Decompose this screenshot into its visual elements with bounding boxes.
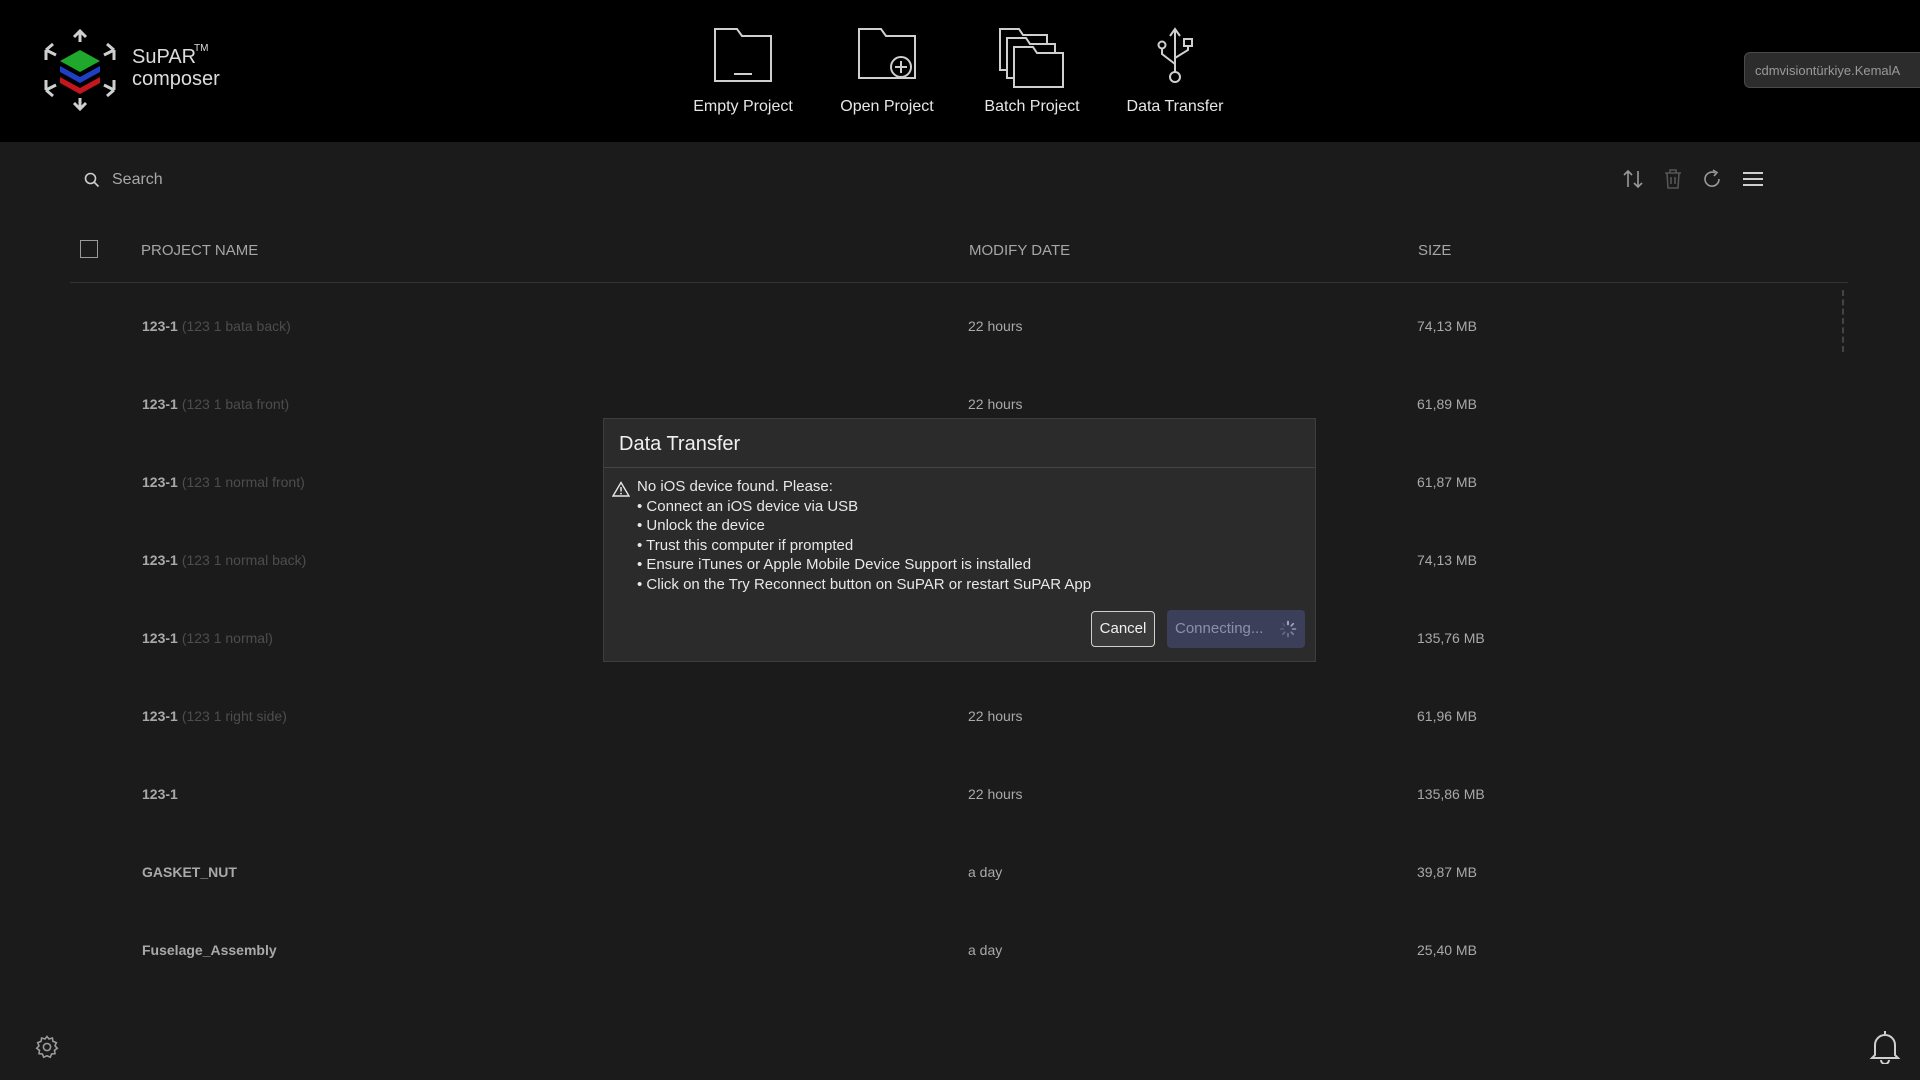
table-row[interactable]: 123-1 22 hours 135,86 MB [70,758,1848,836]
project-note: (123 1 bata back) [181,318,291,334]
message-line: No iOS device found. Please: [637,478,833,495]
message-line: • Ensure iTunes or Apple Mobile Device S… [637,556,1032,573]
modify-date: 22 hours [968,786,1023,802]
project-name: 123-1 [142,396,178,412]
cancel-button[interactable]: Cancel [1091,611,1155,647]
search-icon [84,172,100,188]
table-row[interactable]: 123-1 (123 1 bata back) 22 hours 74,13 MB [70,290,1848,368]
trademark-mark: TM [194,43,209,54]
project-size: 135,86 MB [1417,786,1485,802]
connecting-button[interactable]: Connecting... [1167,610,1305,648]
project-size: 74,13 MB [1417,318,1477,334]
table-row[interactable]: GASKET_NUT a day 39,87 MB [70,836,1848,914]
dialog-message: No iOS device found. Please: • Connect a… [637,477,1091,594]
column-size[interactable]: SIZE [1418,242,1451,259]
scroll-indicator[interactable] [1838,290,1844,352]
project-name: Fuselage_Assembly [142,942,277,958]
empty-project-button[interactable]: Empty Project [668,26,818,116]
batch-project-label: Batch Project [984,98,1080,115]
column-modify-date[interactable]: MODIFY DATE [969,242,1070,259]
modify-date: a day [968,942,1003,958]
project-size: 25,40 MB [1417,942,1477,958]
table-row[interactable]: Fuselage_Assembly a day 25,40 MB [70,914,1848,992]
open-project-button[interactable]: Open Project [812,26,962,116]
message-line: • Connect an iOS device via USB [637,497,859,515]
empty-folder-icon [714,28,772,82]
project-size: 61,89 MB [1417,396,1477,412]
modify-date: 22 hours [968,318,1023,334]
project-name: 123-1 [142,474,178,490]
message-line: • Trust this computer if prompted [637,536,854,554]
modify-date: 22 hours [968,708,1023,724]
gear-icon[interactable] [34,1034,60,1060]
search-input[interactable]: Search [112,171,163,189]
project-name: 123-1 [142,552,178,568]
project-name: 123-1 [142,708,178,724]
project-name: GASKET_NUT [142,864,237,880]
project-size: 61,96 MB [1417,708,1477,724]
folder-plus-icon [858,28,916,79]
bell-icon[interactable] [1868,1028,1902,1064]
project-note: (123 1 right side) [181,708,287,724]
table-row[interactable]: 123-1 (123 1 right side) 22 hours 61,96 M… [70,680,1848,758]
project-note: (123 1 bata front) [181,396,290,412]
empty-project-label: Empty Project [693,98,793,115]
batch-project-button[interactable]: Batch Project [957,26,1107,116]
project-size: 135,76 MB [1417,630,1485,646]
dialog-title: Data Transfer [619,433,741,455]
sort-icon[interactable] [1620,166,1646,192]
open-project-label: Open Project [840,98,934,115]
modify-date: 22 hours [968,396,1023,412]
hamburger-icon[interactable] [1740,166,1766,192]
project-size: 61,87 MB [1417,474,1477,490]
project-note: (123 1 normal front) [181,474,305,490]
select-all-checkbox[interactable] [80,240,98,258]
loading-spinner-icon [1279,620,1297,638]
project-name: 123-1 [142,630,178,646]
usb-icon [1157,27,1193,83]
project-size: 74,13 MB [1417,552,1477,568]
brand-subtitle: composer [132,68,220,90]
project-note: (123 1 normal back) [181,552,307,568]
data-transfer-button[interactable]: Data Transfer [1100,26,1250,116]
table-toolbar [1620,166,1920,194]
project-name: 123-1 [142,786,178,802]
connecting-label: Connecting... [1175,620,1264,637]
modify-date: a day [968,864,1003,880]
search-bar[interactable]: Search [84,166,163,194]
user-account-chip[interactable]: cdmvisiontürkiye.KemalA [1744,52,1920,88]
trash-icon[interactable] [1660,166,1686,192]
project-name: 123-1 [142,318,178,334]
data-transfer-dialog: Data Transfer No iOS device found. Pleas… [603,418,1316,662]
dialog-divider [604,467,1315,468]
project-note: (123 1 normal) [181,630,273,646]
folders-icon [999,28,1064,88]
refresh-icon[interactable] [1699,166,1725,192]
project-size: 39,87 MB [1417,864,1477,880]
warning-icon [612,481,630,497]
supar-logo [44,28,116,112]
data-transfer-label: Data Transfer [1126,98,1224,115]
column-project-name[interactable]: PROJECT NAME [141,242,258,259]
message-line: • Click on the Try Reconnect button on S… [637,575,1092,593]
top-bar: SuPAR TM composer Empty Project Open Pro… [0,0,1920,142]
message-line: • Unlock the device [637,517,765,534]
table-header: PROJECT NAME MODIFY DATE SIZE [70,230,1848,283]
brand-name: SuPAR TM composer [132,43,220,90]
